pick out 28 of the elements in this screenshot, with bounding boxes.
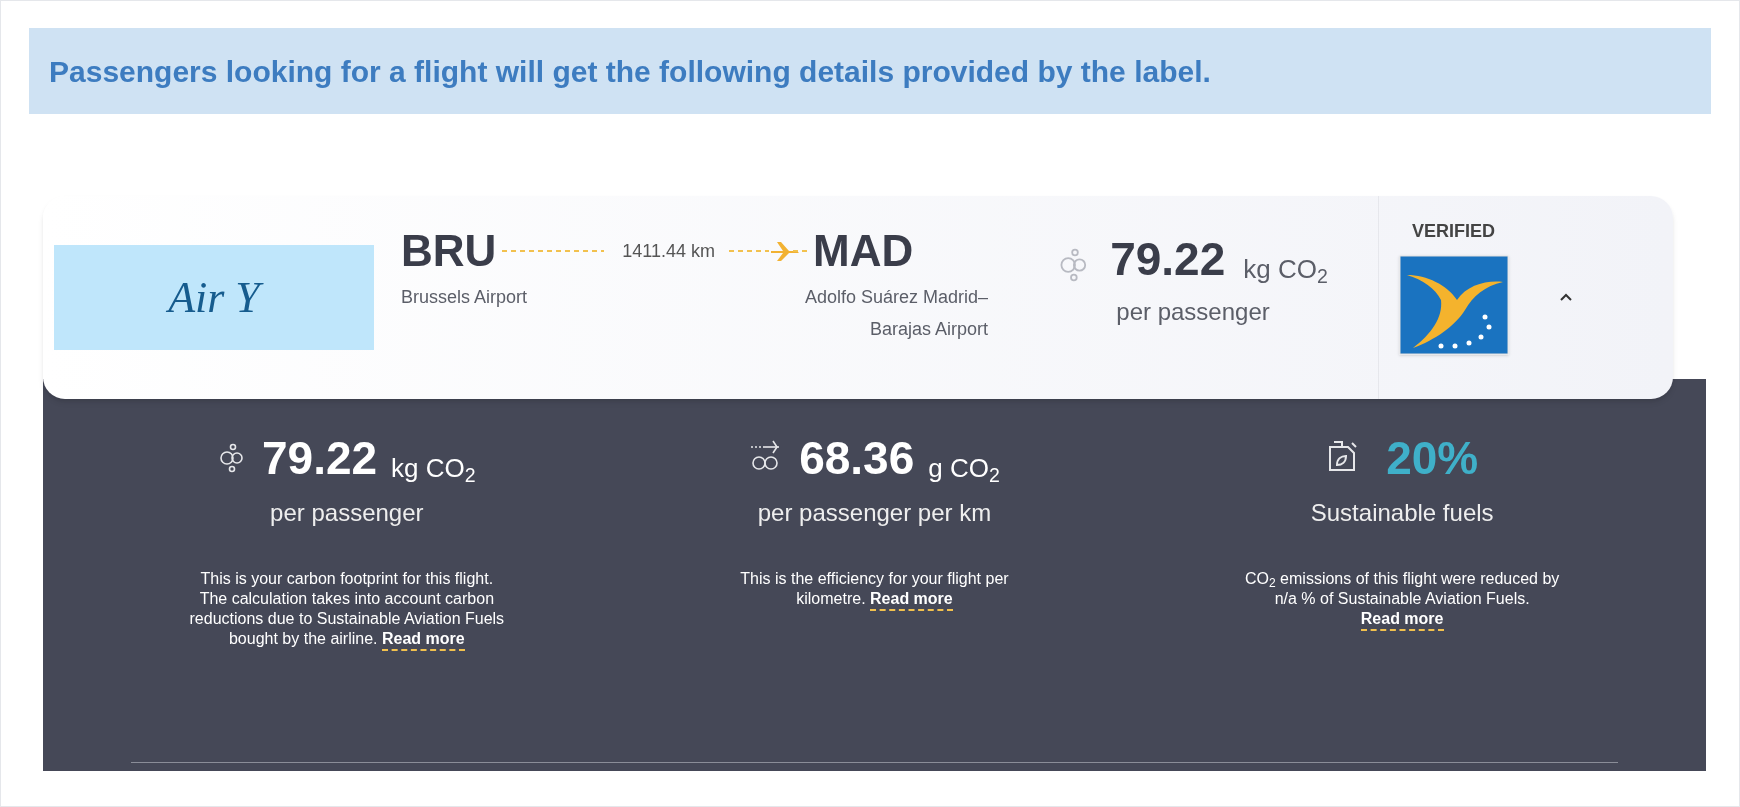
distance-text: 1411.44 km bbox=[622, 239, 716, 263]
metric-value: 20% bbox=[1386, 435, 1479, 481]
airport-code: MAD bbox=[813, 229, 914, 273]
metric-value: 68.36 bbox=[799, 435, 915, 481]
fuel-can-icon bbox=[1326, 439, 1359, 473]
metric-caption: per passenger bbox=[270, 498, 424, 528]
metric-value: 79.22 bbox=[262, 435, 378, 481]
emission-caption: per passenger bbox=[1116, 297, 1270, 327]
metric-description: CO$_{2}$ emissions of this flight were reduced by n/a % of Sustainable Aviation Fuels. Read more bbox=[1242, 569, 1563, 629]
metric-description: This is the efficiency for your flight per kilometre. Read more bbox=[714, 569, 1035, 609]
metric-unit: g CO$_{2}$ bbox=[928, 455, 1000, 481]
airline-logo: Air Y bbox=[54, 245, 374, 350]
read-more-link[interactable]: Read more bbox=[1360, 610, 1444, 631]
verified-label: VERIFIED bbox=[1412, 220, 1495, 243]
airport-code: BRU bbox=[401, 229, 497, 273]
metric-caption: Sustainable fuels bbox=[1310, 498, 1494, 528]
metric-unit: kg CO$_{2}$ bbox=[391, 455, 476, 481]
emission-unit: kg CO$_{2}$ bbox=[1243, 256, 1328, 282]
metric-caption: per passenger per km bbox=[757, 498, 992, 528]
airport-name: Adolfo Suárez Madrid–Barajas Airport bbox=[803, 286, 988, 341]
plane-route-icon bbox=[727, 239, 810, 263]
chevron-up-icon bbox=[1559, 293, 1573, 302]
banner-heading: Passengers looking for a flight will get the following details provided by the label. bbox=[29, 28, 1711, 114]
metric-description: This is your carbon footprint for this flight. The calculation takes into account carbon reductions due to Sustainable Aviation Fuels bought by the airline. Read more bbox=[186, 569, 507, 649]
emission-value: 79.22 bbox=[1110, 236, 1226, 282]
read-more-link[interactable]: Read more bbox=[870, 590, 953, 611]
read-more-link[interactable]: Read more bbox=[381, 630, 465, 651]
airport-name: Brussels Airport bbox=[401, 286, 528, 309]
